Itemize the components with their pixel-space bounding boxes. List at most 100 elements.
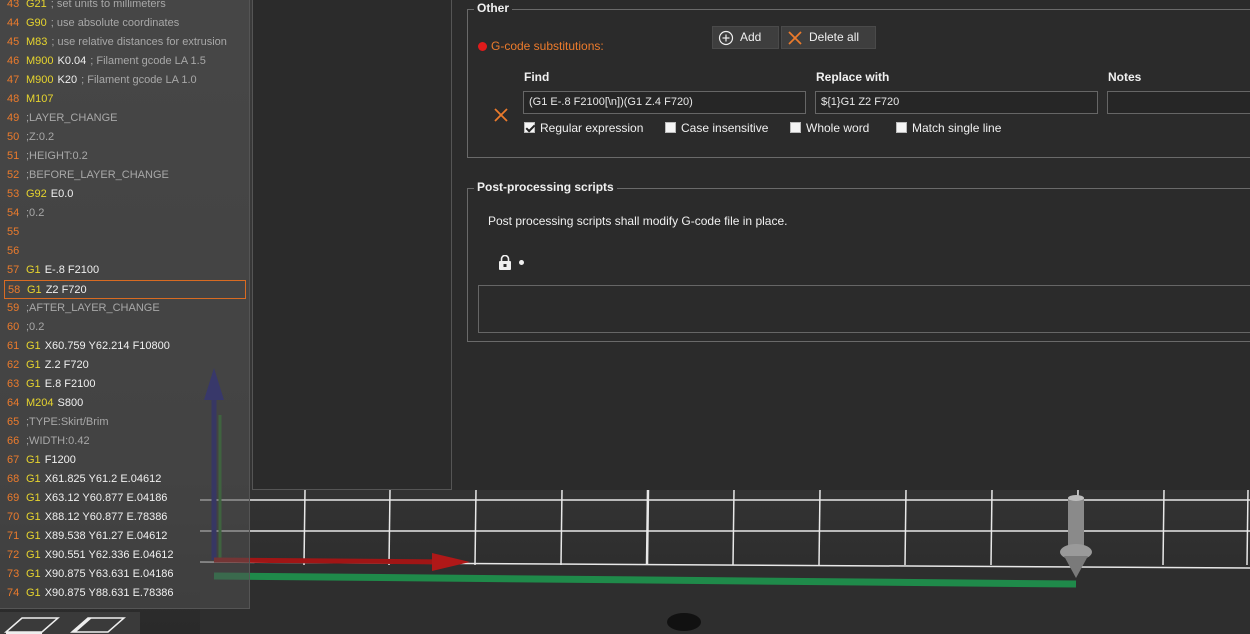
gcode-line[interactable]: 64 M204 S800 xyxy=(4,394,246,413)
gcode-command: G1 xyxy=(26,530,41,542)
gcode-line[interactable]: 54 ;0.2 xyxy=(4,204,246,223)
gcode-line-number: 52 xyxy=(7,169,20,181)
gcode-args: F1200 xyxy=(44,454,76,466)
gcode-line-number: 74 xyxy=(7,587,20,599)
gcode-line-number: 73 xyxy=(7,568,20,580)
gcode-line-number: 55 xyxy=(7,226,20,238)
gcode-line[interactable]: 68 G1 X61.825 Y61.2 E.04612 xyxy=(4,470,246,489)
gcode-command: G1 xyxy=(26,359,41,371)
gcode-line[interactable]: 67 G1 F1200 xyxy=(4,451,246,470)
gcode-line-number: 60 xyxy=(7,321,20,333)
gcode-line[interactable]: 74 G1 X90.875 Y88.631 E.78386 xyxy=(4,584,246,603)
gcode-line-number: 71 xyxy=(7,530,20,542)
gcode-line[interactable]: 65 ;TYPE:Skirt/Brim xyxy=(4,413,246,432)
gcode-line[interactable]: 62 G1 Z.2 F720 xyxy=(4,356,246,375)
checkbox-box[interactable] xyxy=(524,122,535,133)
gcode-line[interactable]: 61 G1 X60.759 Y62.214 F10800 xyxy=(4,337,246,356)
modified-dot-icon xyxy=(478,42,487,51)
gcode-line-number: 66 xyxy=(7,435,20,447)
gcode-line-number: 57 xyxy=(7,264,20,276)
gcode-comment: ;AFTER_LAYER_CHANGE xyxy=(26,302,160,314)
gcode-line[interactable]: 63 G1 E.8 F2100 xyxy=(4,375,246,394)
checkbox-box[interactable] xyxy=(896,122,907,133)
gcode-line[interactable]: 69 G1 X63.12 Y60.877 E.04186 xyxy=(4,489,246,508)
regex-checkbox[interactable]: Regular expression xyxy=(524,120,643,136)
gcode-line[interactable]: 52 ;BEFORE_LAYER_CHANGE xyxy=(4,166,246,185)
gcode-line-number: 69 xyxy=(7,492,20,504)
gcode-args: Z2 F720 xyxy=(45,284,87,296)
gcode-line[interactable]: 57 G1 E-.8 F2100 xyxy=(4,261,246,280)
gcode-comment: ; Filament gcode LA 1.0 xyxy=(81,74,197,86)
gcode-line[interactable]: 72 G1 X90.551 Y62.336 E.04612 xyxy=(4,546,246,565)
gcode-line[interactable]: 44 G90; use absolute coordinates xyxy=(4,14,246,33)
gcode-line[interactable]: 43 G21; set units to millimeters xyxy=(4,0,246,14)
gcode-viewer[interactable]: 43 G21; set units to millimeters 44 G90; us… xyxy=(0,0,250,609)
gcode-args: X60.759 Y62.214 F10800 xyxy=(44,340,170,352)
find-field[interactable]: (G1 E-.8 F2100[\n])(G1 Z.4 F720) xyxy=(523,91,806,114)
gcode-args: E-.8 F2100 xyxy=(44,264,100,276)
whole-word-checkbox[interactable]: Whole word xyxy=(790,120,869,136)
gcode-line-number: 51 xyxy=(7,150,20,162)
gcode-line[interactable]: 58 G1 Z2 F720 xyxy=(4,280,246,299)
checkbox-box[interactable] xyxy=(790,122,801,133)
gcode-command: G90 xyxy=(26,17,47,29)
gcode-line[interactable]: 53 G92 E0.0 xyxy=(4,185,246,204)
gcode-line[interactable]: 50 ;Z:0.2 xyxy=(4,128,246,147)
gcode-line[interactable]: 60 ;0.2 xyxy=(4,318,246,337)
gcode-command: M107 xyxy=(26,93,54,105)
gcode-line[interactable]: 49 ;LAYER_CHANGE xyxy=(4,109,246,128)
replace-column-header: Replace with xyxy=(816,70,890,84)
gcode-args: X61.825 Y61.2 E.04612 xyxy=(44,473,162,485)
match-single-line-checkbox[interactable]: Match single line xyxy=(896,120,1001,136)
gcode-line-number: 47 xyxy=(7,74,20,86)
gcode-line[interactable]: 71 G1 X89.538 Y61.27 E.04612 xyxy=(4,527,246,546)
gcode-line-number: 67 xyxy=(7,454,20,466)
gcode-command: G1 xyxy=(26,549,41,561)
gcode-comment: ;HEIGHT:0.2 xyxy=(26,150,88,162)
gcode-line[interactable]: 45 M83; use relative distances for extrus… xyxy=(4,33,246,52)
view-preview-icon[interactable] xyxy=(68,614,132,634)
post-processing-scripts-field[interactable] xyxy=(478,285,1250,333)
gcode-line[interactable]: 51 ;HEIGHT:0.2 xyxy=(4,147,246,166)
gcode-line-number: 54 xyxy=(7,207,20,219)
gcode-line[interactable]: 46 M900 K0.04; Filament gcode LA 1.5 xyxy=(4,52,246,71)
system-value-dot-icon xyxy=(519,260,524,265)
gcode-line[interactable]: 56 xyxy=(4,242,246,261)
settings-page-list[interactable] xyxy=(252,0,452,490)
checkbox-box[interactable] xyxy=(665,122,676,133)
view-3d-icon[interactable] xyxy=(2,614,66,634)
printer-settings-dialog: Other G-code substitutions: Add Delete a… xyxy=(252,0,1250,490)
replace-field[interactable]: ${1}G1 Z2 F720 xyxy=(815,91,1098,114)
gcode-line[interactable]: 55 xyxy=(4,223,246,242)
case-insensitive-checkbox[interactable]: Case insensitive xyxy=(665,120,768,136)
post-processing-title: Post-processing scripts xyxy=(474,180,617,194)
gcode-line[interactable]: 70 G1 X88.12 Y60.877 E.78386 xyxy=(4,508,246,527)
gcode-line-number: 49 xyxy=(7,112,20,124)
gcode-comment: ;0.2 xyxy=(26,207,45,219)
gcode-args: E.8 F2100 xyxy=(44,378,96,390)
gcode-command: G1 xyxy=(26,511,41,523)
gcode-command: G1 xyxy=(26,492,41,504)
gcode-line[interactable]: 66 ;WIDTH:0.42 xyxy=(4,432,246,451)
delete-all-button[interactable]: Delete all xyxy=(781,26,876,49)
gcode-line[interactable]: 59 ;AFTER_LAYER_CHANGE xyxy=(4,299,246,318)
gcode-line[interactable]: 73 G1 X90.875 Y63.631 E.04186 xyxy=(4,565,246,584)
gcode-line[interactable]: 48 M107 xyxy=(4,90,246,109)
notes-field[interactable] xyxy=(1107,91,1250,114)
close-icon xyxy=(788,31,802,45)
gcode-command: G1 xyxy=(27,284,42,296)
gcode-line-number: 53 xyxy=(7,188,20,200)
add-substitution-button[interactable]: Add xyxy=(712,26,779,49)
gcode-comment: ; use relative distances for extrusion xyxy=(51,36,227,48)
gcode-args: X90.875 Y88.631 E.78386 xyxy=(44,587,174,599)
gcode-line-number: 59 xyxy=(7,302,20,314)
gcode-line-number: 65 xyxy=(7,416,20,428)
delete-substitution-icon[interactable] xyxy=(493,107,509,123)
gcode-line-number: 43 xyxy=(7,0,20,10)
gcode-command: G1 xyxy=(26,264,41,276)
gcode-comment: ;Z:0.2 xyxy=(26,131,55,143)
gcode-line-number: 48 xyxy=(7,93,20,105)
gcode-line[interactable]: 47 M900 K20; Filament gcode LA 1.0 xyxy=(4,71,246,90)
lock-icon[interactable] xyxy=(498,255,512,270)
nozzle-marker xyxy=(1060,495,1092,578)
